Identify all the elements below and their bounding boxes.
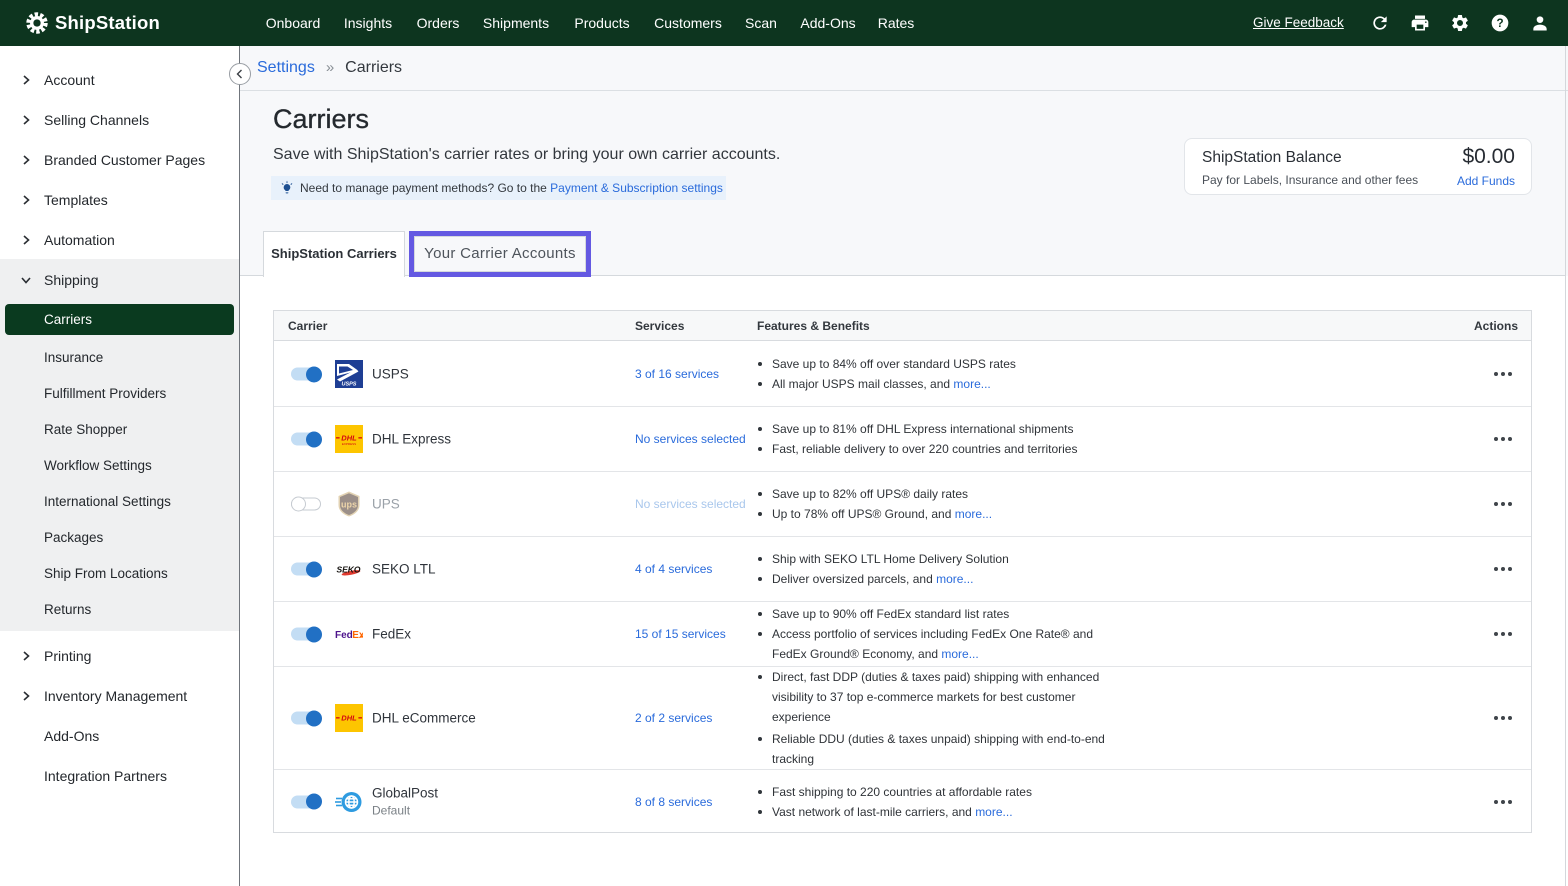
svg-text:SEKO: SEKO	[336, 565, 360, 575]
svg-text:DHL: DHL	[341, 714, 357, 723]
svg-text:EXPRESS: EXPRESS	[342, 442, 356, 446]
svg-text:Fed: Fed	[335, 630, 353, 641]
svg-text:Ex: Ex	[352, 630, 363, 641]
svg-text:ups: ups	[341, 500, 357, 510]
svg-text:USPS: USPS	[342, 382, 357, 388]
svg-text:?: ?	[1496, 17, 1503, 30]
